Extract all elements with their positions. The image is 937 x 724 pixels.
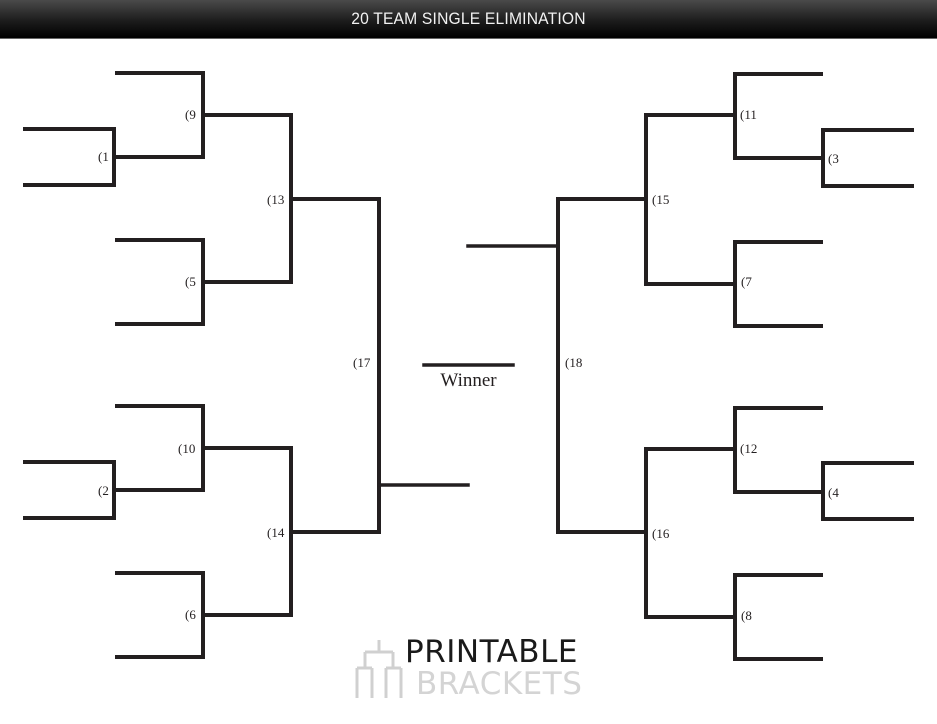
- printable-brackets-logo: PRINTABLE BRACKETS: [352, 634, 592, 704]
- left-top-half: [23, 71, 381, 326]
- game-label-4: (4: [828, 485, 839, 500]
- game-label-10: (10: [178, 441, 196, 456]
- logo-text-brackets: BRACKETS: [416, 666, 583, 702]
- game-label-9: (9: [185, 107, 196, 122]
- right-bottom-half: [556, 406, 914, 661]
- bracket-lines: [23, 71, 914, 661]
- winner-label: Winner: [440, 370, 497, 391]
- game-label-12: (12: [740, 441, 758, 456]
- game-label-3: (3: [828, 151, 839, 166]
- game-label-14: (14: [267, 525, 285, 540]
- game-label-7: (7: [741, 274, 752, 289]
- game-label-1: (1: [98, 149, 109, 164]
- logo-text-printable: PRINTABLE: [405, 634, 578, 670]
- game-label-16: (16: [652, 526, 670, 541]
- right-top-half: [556, 72, 914, 328]
- game-label-11: (11: [740, 107, 757, 122]
- game-label-13: (13: [267, 192, 285, 207]
- game-label-6: (6: [185, 607, 196, 622]
- game-label-5: (5: [185, 274, 196, 289]
- left-bottom-half: [23, 404, 381, 659]
- game-label-15: (15: [652, 192, 670, 207]
- game-label-2: (2: [98, 483, 109, 498]
- game-label-17: (17: [353, 355, 371, 370]
- game-label-8: (8: [741, 608, 752, 623]
- game-label-18: (18: [565, 355, 583, 370]
- bracket-tree-icon: [355, 640, 403, 698]
